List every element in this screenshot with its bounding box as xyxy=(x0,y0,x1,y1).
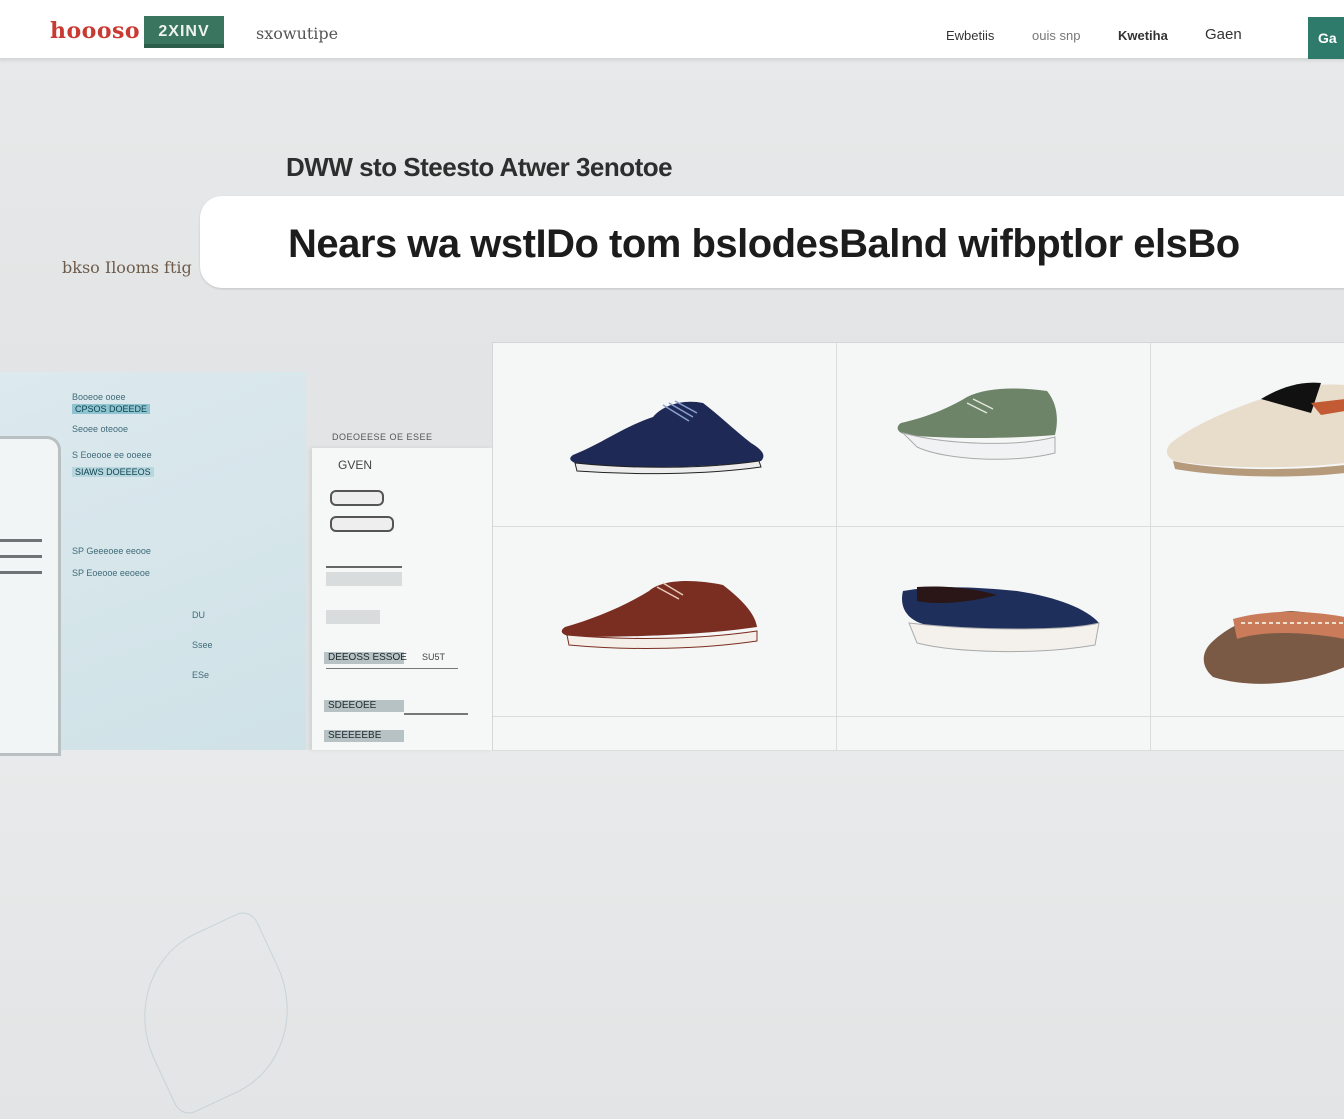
filter-bar-label[interactable]: SEEEEEBE xyxy=(324,730,404,742)
left-line: Seoee oteooe xyxy=(72,424,129,434)
product-card[interactable] xyxy=(837,717,1151,751)
product-card[interactable] xyxy=(837,527,1151,717)
left-line: Booeoe ooee xyxy=(72,392,126,402)
left-line: ESe xyxy=(192,670,210,680)
product-card[interactable] xyxy=(493,527,837,717)
nav-link-2[interactable]: ouis snp xyxy=(1032,28,1080,43)
shoe-icon xyxy=(570,400,764,475)
filter-bar-label[interactable]: DEEOSS ESSOE xyxy=(324,652,407,664)
nav-cta-button[interactable]: Ga xyxy=(1308,17,1344,59)
product-card[interactable] xyxy=(1151,527,1344,717)
left-line-highlight: CPSOS DOEEDE xyxy=(72,404,151,414)
nav-link-3[interactable]: Kwetiha xyxy=(1118,28,1168,43)
leaf-decoration xyxy=(112,907,320,1119)
phone-line xyxy=(0,555,42,558)
left-line-highlight: SIAWS DOEEEOS xyxy=(72,467,154,477)
hero-title: Nears wa wstIDo tom bslodesBalnd wifbptl… xyxy=(288,222,1240,266)
phone-line xyxy=(0,571,42,574)
product-grid xyxy=(492,342,1344,751)
nav-link-1[interactable]: Ewbetiis xyxy=(946,28,994,43)
left-line: SP Eoeooe eeoeoe xyxy=(72,568,150,578)
divider xyxy=(326,566,402,568)
phone-line xyxy=(0,539,42,542)
brand-badge[interactable]: 2XINV xyxy=(144,16,224,48)
brand-tagline: sxowutipe xyxy=(256,24,339,43)
left-line: SP Geeeoee eeooe xyxy=(72,546,151,556)
shoe-icon xyxy=(561,581,758,649)
side-caption: bkso Ilooms ftig xyxy=(62,258,192,277)
product-card[interactable] xyxy=(493,343,837,527)
phone-mockup xyxy=(0,436,61,756)
filter-option[interactable] xyxy=(326,572,402,586)
filter-header: DOEOEESE OE ESEE xyxy=(332,432,433,442)
filter-option[interactable] xyxy=(326,610,380,624)
left-line: S Eoeooe ee ooeee xyxy=(72,450,152,460)
filter-value: SU5T xyxy=(422,652,446,662)
nav-link-4[interactable]: Gaen xyxy=(1205,26,1242,43)
hero-subtitle: DWW sto Steesto Atwer 3enotoe xyxy=(286,152,673,182)
product-card[interactable] xyxy=(493,717,837,751)
left-line: Ssee xyxy=(192,640,213,650)
filter-toggle[interactable] xyxy=(330,516,394,532)
product-card[interactable] xyxy=(1151,717,1344,751)
product-card[interactable] xyxy=(1151,343,1344,527)
filter-toggle[interactable] xyxy=(330,490,384,506)
product-card[interactable] xyxy=(837,343,1151,527)
filter-bar-label[interactable]: SDEEOEE xyxy=(324,700,404,712)
site-logo[interactable]: hoooso xyxy=(50,18,140,44)
top-navigation: hoooso 2XINV sxowutipe Ewbetiis ouis snp… xyxy=(0,0,1344,60)
left-line: DU xyxy=(192,610,205,620)
shoe-icon xyxy=(902,586,1100,653)
divider xyxy=(326,668,458,669)
shoe-icon xyxy=(897,388,1057,460)
shoe-icon xyxy=(1203,611,1344,684)
shoe-icon xyxy=(1166,382,1344,477)
divider xyxy=(404,713,468,715)
filter-title: GVEN xyxy=(338,458,373,472)
